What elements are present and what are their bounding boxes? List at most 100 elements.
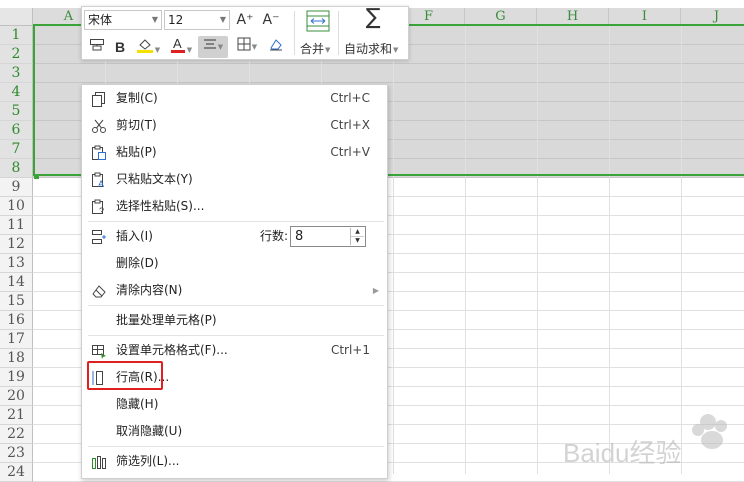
fill-color-button[interactable]: ▼ xyxy=(133,36,163,58)
row-header-1[interactable]: 1 xyxy=(0,26,33,45)
insert-rows-count-label: 行数: xyxy=(260,229,289,243)
menu-divider xyxy=(88,221,384,222)
chevron-right-icon: ▶ xyxy=(372,286,379,295)
menu-item-label: 清除内容(N) xyxy=(116,283,183,297)
mini-toolbar: 宋体 ▼ 12 ▼ A⁺ A⁻ B ▼ A ▼ ▼ ▼ 合并▼ ∑ 自动求和▼ xyxy=(81,6,409,60)
row-header-2[interactable]: 2 xyxy=(0,45,33,64)
chevron-down-icon: ▼ xyxy=(219,15,226,24)
menu-item-label: 批量处理单元格(P) xyxy=(116,313,217,327)
merge-cells-icon xyxy=(306,10,330,32)
menu-item-shortcut: Ctrl+X xyxy=(330,118,370,132)
row-header-4[interactable]: 4 xyxy=(0,83,33,102)
row-header-9[interactable]: 9 xyxy=(0,178,33,197)
font-name-value: 宋体 xyxy=(88,13,113,27)
menu-item-clear-contents[interactable]: 清除内容(N) ▶ xyxy=(82,277,387,304)
menu-item-paste[interactable]: 粘贴(P) Ctrl+V xyxy=(82,139,387,166)
bold-button[interactable]: B xyxy=(111,36,129,58)
decrease-font-button[interactable]: A⁻ xyxy=(260,9,282,31)
font-size-value: 12 xyxy=(168,13,184,27)
menu-item-label: 筛选列(L)... xyxy=(116,454,180,468)
menu-divider xyxy=(88,446,384,447)
paste-icon xyxy=(92,145,106,160)
insert-rows-count-input[interactable]: 8 ▲ ▼ xyxy=(290,226,366,247)
row-header-12[interactable]: 12 xyxy=(0,235,33,254)
spin-up-icon[interactable]: ▲ xyxy=(351,228,364,237)
menu-item-batch-process[interactable]: 批量处理单元格(P) xyxy=(82,307,387,334)
menu-item-label: 设置单元格格式(F)... xyxy=(116,343,228,357)
menu-item-delete[interactable]: 删除(D) xyxy=(82,250,387,277)
menu-item-insert[interactable]: 插入(I) 行数: 8 ▲ ▼ xyxy=(82,223,387,250)
menu-item-shortcut: Ctrl+V xyxy=(330,145,370,159)
svg-text:A: A xyxy=(98,179,104,188)
row-header-17[interactable]: 17 xyxy=(0,330,33,349)
menu-item-unhide[interactable]: 取消隐藏(U) xyxy=(82,418,387,445)
font-color-icon: A xyxy=(170,36,185,53)
align-center-icon xyxy=(203,39,216,49)
eraser-icon xyxy=(92,285,106,298)
row-header-16[interactable]: 16 xyxy=(0,311,33,330)
menu-item-label: 取消隐藏(U) xyxy=(116,424,183,438)
row-header-11[interactable]: 11 xyxy=(0,216,33,235)
row-header-19[interactable]: 19 xyxy=(0,368,33,387)
baidu-jingyan-watermark: Baidu经验 xyxy=(563,414,727,468)
menu-item-label: 插入(I) xyxy=(116,229,153,243)
row-header-6[interactable]: 6 xyxy=(0,121,33,140)
bold-icon: B xyxy=(114,39,126,55)
menu-item-paste-text-only[interactable]: A 只粘贴文本(Y) xyxy=(82,166,387,193)
row-header-18[interactable]: 18 xyxy=(0,349,33,368)
row-header-20[interactable]: 20 xyxy=(0,387,33,406)
format-cells-icon xyxy=(92,345,106,359)
menu-item-label: 剪切(T) xyxy=(116,118,157,132)
chevron-down-icon: ▼ xyxy=(151,15,158,24)
format-painter-button[interactable] xyxy=(86,36,108,58)
row-header-10[interactable]: 10 xyxy=(0,197,33,216)
row-header-14[interactable]: 14 xyxy=(0,273,33,292)
merge-label[interactable]: 合并▼ xyxy=(300,40,330,57)
font-color-button[interactable]: A ▼ xyxy=(167,36,195,58)
menu-item-filter-columns[interactable]: 筛选列(L)... xyxy=(82,448,387,475)
paste-text-icon: A xyxy=(92,172,104,188)
row-header-22[interactable]: 22 xyxy=(0,425,33,444)
select-all-corner[interactable] xyxy=(0,8,33,26)
autosum-button[interactable]: ∑ xyxy=(362,7,384,29)
spin-buttons[interactable]: ▲ ▼ xyxy=(350,228,364,245)
insert-rows-icon xyxy=(92,230,106,244)
shrink-font-icon: A⁻ xyxy=(262,12,280,28)
menu-item-copy[interactable]: 复制(C) Ctrl+C xyxy=(82,85,387,112)
row-header-3[interactable]: 3 xyxy=(0,64,33,83)
svg-text:?: ? xyxy=(99,206,104,215)
row-header-15[interactable]: 15 xyxy=(0,292,33,311)
scissors-icon xyxy=(92,119,106,133)
row-header-13[interactable]: 13 xyxy=(0,254,33,273)
menu-divider xyxy=(88,305,384,306)
filter-columns-icon xyxy=(92,456,106,469)
sigma-icon: ∑ xyxy=(365,5,381,30)
merge-cells-button[interactable] xyxy=(304,10,332,32)
align-center-button[interactable]: ▼ xyxy=(198,36,228,58)
row-header-24[interactable]: 24 xyxy=(0,463,33,482)
menu-item-paste-special[interactable]: ? 选择性粘贴(S)... xyxy=(82,193,387,220)
row-header-8[interactable]: 8 xyxy=(0,159,33,178)
menu-item-label: 只粘贴文本(Y) xyxy=(116,172,193,186)
menu-item-hide[interactable]: 隐藏(H) xyxy=(82,391,387,418)
borders-button[interactable]: ▼ xyxy=(232,36,262,58)
row-header-23[interactable]: 23 xyxy=(0,444,33,463)
menu-item-label: 复制(C) xyxy=(116,91,158,105)
row-header-21[interactable]: 21 xyxy=(0,406,33,425)
menu-item-cut[interactable]: 剪切(T) Ctrl+X xyxy=(82,112,387,139)
menu-divider xyxy=(88,335,384,336)
fill-handle[interactable] xyxy=(34,174,39,179)
spin-down-icon[interactable]: ▼ xyxy=(351,237,364,245)
clear-format-button[interactable] xyxy=(265,36,287,58)
menu-item-shortcut: Ctrl+1 xyxy=(330,343,370,357)
menu-item-label: 粘贴(P) xyxy=(116,145,157,159)
row-header-5[interactable]: 5 xyxy=(0,102,33,121)
menu-item-label: 选择性粘贴(S)... xyxy=(116,199,205,213)
font-name-select[interactable]: 宋体 ▼ xyxy=(84,10,162,30)
increase-font-button[interactable]: A⁺ xyxy=(234,9,256,31)
row-header-7[interactable]: 7 xyxy=(0,140,33,159)
font-size-select[interactable]: 12 ▼ xyxy=(164,10,230,30)
autosum-label[interactable]: 自动求和▼ xyxy=(344,40,398,57)
menu-item-label: 删除(D) xyxy=(116,256,159,270)
menu-item-format-cells[interactable]: 设置单元格格式(F)... Ctrl+1 xyxy=(82,337,387,364)
